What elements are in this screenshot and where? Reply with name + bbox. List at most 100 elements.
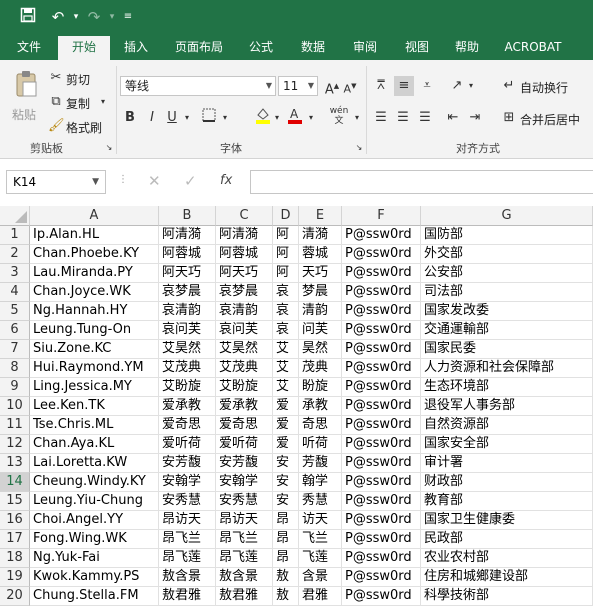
decrease-font-icon[interactable]: A▼ xyxy=(342,76,358,96)
cell-d[interactable]: 安 xyxy=(273,492,299,511)
cell-g[interactable]: 生态环境部 xyxy=(421,378,593,397)
tab-home[interactable]: 开始 xyxy=(58,36,110,60)
font-color-icon[interactable]: A xyxy=(286,106,304,126)
cancel-icon[interactable]: ✕ xyxy=(148,172,161,190)
cell-d[interactable]: 哀 xyxy=(273,321,299,340)
cell-f[interactable]: P@ssw0rd xyxy=(342,549,421,568)
column-header-b[interactable]: B xyxy=(159,206,216,226)
row-header[interactable]: 19 xyxy=(0,568,30,587)
cell-f[interactable]: P@ssw0rd xyxy=(342,321,421,340)
cell-c[interactable]: 哀问芙 xyxy=(216,321,273,340)
cell-b[interactable]: 昂飞莲 xyxy=(159,549,216,568)
formula-input[interactable] xyxy=(250,170,593,194)
column-header-d[interactable]: D xyxy=(273,206,299,226)
font-name-select[interactable]: 等线 ▼ xyxy=(120,76,276,96)
align-middle-icon[interactable]: ≡ xyxy=(394,76,414,96)
cell-a[interactable]: Ng.Hannah.HY xyxy=(30,302,159,321)
cell-e[interactable]: 访天 xyxy=(299,511,342,530)
cell-c[interactable]: 艾昊然 xyxy=(216,340,273,359)
tab-review[interactable]: 审阅 xyxy=(344,36,386,60)
border-dropdown-icon[interactable]: ▾ xyxy=(220,108,230,128)
increase-font-icon[interactable]: A▲ xyxy=(324,76,340,97)
row-header[interactable]: 8 xyxy=(0,359,30,378)
cell-c[interactable]: 艾茂典 xyxy=(216,359,273,378)
cell-a[interactable]: Cheung.Windy.KY xyxy=(30,473,159,492)
cell-g[interactable]: 国防部 xyxy=(421,226,593,245)
cell-f[interactable]: P@ssw0rd xyxy=(342,587,421,606)
tab-acrobat[interactable]: ACROBAT xyxy=(500,36,566,60)
undo-dropdown-icon[interactable]: ▾ xyxy=(66,7,86,27)
cell-b[interactable]: 艾昊然 xyxy=(159,340,216,359)
cell-f[interactable]: P@ssw0rd xyxy=(342,492,421,511)
cell-b[interactable]: 阿天巧 xyxy=(159,264,216,283)
cell-b[interactable]: 安秀慧 xyxy=(159,492,216,511)
tab-formulas[interactable]: 公式 xyxy=(240,36,282,60)
cell-f[interactable]: P@ssw0rd xyxy=(342,454,421,473)
cell-a[interactable]: Lee.Ken.TK xyxy=(30,397,159,416)
fill-dropdown-icon[interactable]: ▾ xyxy=(272,108,282,128)
row-header[interactable]: 6 xyxy=(0,321,30,340)
cell-e[interactable]: 芳馥 xyxy=(299,454,342,473)
tab-view[interactable]: 视图 xyxy=(396,36,438,60)
italic-button[interactable]: I xyxy=(144,108,160,128)
cell-b[interactable]: 阿清漪 xyxy=(159,226,216,245)
row-header[interactable]: 1 xyxy=(0,226,30,245)
cell-b[interactable]: 昂访天 xyxy=(159,511,216,530)
cell-d[interactable]: 阿 xyxy=(273,245,299,264)
cut-button[interactable]: 剪切 xyxy=(66,71,90,88)
row-header[interactable]: 5 xyxy=(0,302,30,321)
cell-f[interactable]: P@ssw0rd xyxy=(342,283,421,302)
cell-g[interactable]: 民政部 xyxy=(421,530,593,549)
row-header[interactable]: 10 xyxy=(0,397,30,416)
align-bottom-icon[interactable]: ⩡ xyxy=(418,76,436,96)
cell-b[interactable]: 爱听荷 xyxy=(159,435,216,454)
cell-a[interactable]: Leung.Yiu-Chung xyxy=(30,492,159,511)
cell-a[interactable]: Choi.Angel.YY xyxy=(30,511,159,530)
cell-g[interactable]: 住房和城鄉建设部 xyxy=(421,568,593,587)
cell-d[interactable]: 哀 xyxy=(273,283,299,302)
cell-a[interactable]: Chan.Joyce.WK xyxy=(30,283,159,302)
cell-c[interactable]: 安芳馥 xyxy=(216,454,273,473)
cell-f[interactable]: P@ssw0rd xyxy=(342,245,421,264)
column-header-c[interactable]: C xyxy=(216,206,273,226)
cell-c[interactable]: 阿蓉城 xyxy=(216,245,273,264)
cell-a[interactable]: Lai.Loretta.KW xyxy=(30,454,159,473)
cell-d[interactable]: 敖 xyxy=(273,568,299,587)
enter-icon[interactable]: ✓ xyxy=(184,172,197,190)
cell-c[interactable]: 哀清韵 xyxy=(216,302,273,321)
cell-f[interactable]: P@ssw0rd xyxy=(342,226,421,245)
cell-d[interactable]: 阿 xyxy=(273,226,299,245)
cell-e[interactable]: 梦晨 xyxy=(299,283,342,302)
cell-f[interactable]: P@ssw0rd xyxy=(342,359,421,378)
cell-e[interactable]: 天巧 xyxy=(299,264,342,283)
name-box[interactable]: K14 ▼ xyxy=(6,170,106,194)
row-header[interactable]: 16 xyxy=(0,511,30,530)
wrap-text-button[interactable]: 自动换行 xyxy=(520,79,568,96)
font-launcher-icon[interactable]: ↘ xyxy=(354,138,364,158)
tab-insert[interactable]: 插入 xyxy=(114,36,158,60)
cell-b[interactable]: 艾盼旋 xyxy=(159,378,216,397)
cell-f[interactable]: P@ssw0rd xyxy=(342,416,421,435)
cell-a[interactable]: Ling.Jessica.MY xyxy=(30,378,159,397)
cell-b[interactable]: 敖君雅 xyxy=(159,587,216,606)
cell-g[interactable]: 科學技術部 xyxy=(421,587,593,606)
cell-e[interactable]: 问芙 xyxy=(299,321,342,340)
merge-center-button[interactable]: 合并后居中 xyxy=(520,111,580,128)
cell-c[interactable]: 阿清漪 xyxy=(216,226,273,245)
cell-b[interactable]: 哀清韵 xyxy=(159,302,216,321)
align-left-icon[interactable]: ☰ xyxy=(372,108,390,128)
clipboard-launcher-icon[interactable]: ↘ xyxy=(104,138,114,158)
cell-a[interactable]: Chan.Aya.KL xyxy=(30,435,159,454)
cell-e[interactable]: 翰学 xyxy=(299,473,342,492)
cell-f[interactable]: P@ssw0rd xyxy=(342,435,421,454)
cell-e[interactable]: 昊然 xyxy=(299,340,342,359)
cell-c[interactable]: 阿天巧 xyxy=(216,264,273,283)
row-header[interactable]: 3 xyxy=(0,264,30,283)
cell-g[interactable]: 国家民委 xyxy=(421,340,593,359)
cell-d[interactable]: 昂 xyxy=(273,549,299,568)
cell-e[interactable]: 蓉城 xyxy=(299,245,342,264)
undo-icon[interactable]: ↶ xyxy=(48,7,68,27)
cell-c[interactable]: 爱听荷 xyxy=(216,435,273,454)
cell-a[interactable]: Chan.Phoebe.KY xyxy=(30,245,159,264)
save-icon[interactable] xyxy=(18,7,38,27)
